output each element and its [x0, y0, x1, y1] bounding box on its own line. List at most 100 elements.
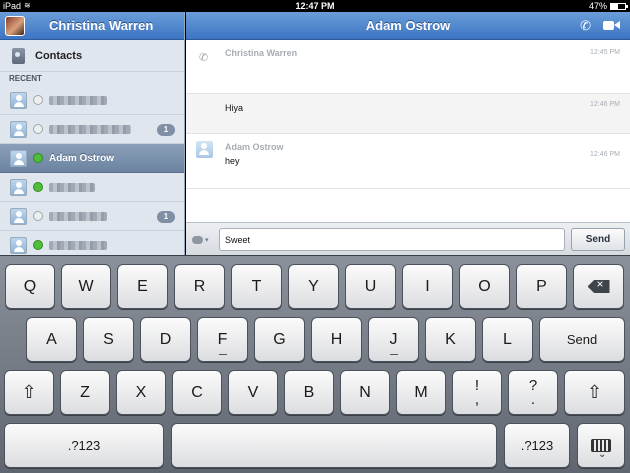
- key-j-label: J: [389, 330, 398, 348]
- battery-percent: 47%: [588, 1, 607, 11]
- key-exclamation-comma[interactable]: ! ,: [452, 370, 502, 415]
- key-o[interactable]: O: [459, 264, 510, 309]
- presence-status-icon: [33, 182, 43, 192]
- speech-bubble-icon: [192, 235, 203, 244]
- message-time: 12:45 PM: [590, 49, 620, 56]
- message-entry: Adam Ostrow 12:46 PM hey: [186, 134, 630, 189]
- contact-name: Adam Ostrow: [49, 152, 115, 164]
- call-log-phone-icon: ✆: [199, 52, 209, 64]
- key-u[interactable]: U: [345, 264, 396, 309]
- message-sender: Adam Ostrow: [225, 142, 284, 152]
- sidebar-title: Christina Warren: [49, 18, 154, 33]
- redacted-contact-name: [49, 211, 107, 221]
- contact-list-item[interactable]: [0, 86, 184, 115]
- key-i[interactable]: I: [402, 264, 453, 309]
- key-a[interactable]: A: [26, 317, 77, 362]
- key-p[interactable]: P: [516, 264, 567, 309]
- key-g[interactable]: G: [254, 317, 305, 362]
- space-bar[interactable]: [171, 423, 497, 468]
- battery-icon: [610, 2, 628, 10]
- profile-avatar[interactable]: [5, 15, 25, 36]
- message-time: 12:46 PM: [590, 101, 620, 108]
- key-x[interactable]: X: [116, 370, 166, 415]
- key-b[interactable]: B: [284, 370, 334, 415]
- redacted-contact-name: [49, 182, 95, 192]
- redacted-contact-name: [49, 95, 107, 105]
- numbers-key-right[interactable]: .?123: [504, 423, 570, 468]
- key-t[interactable]: T: [231, 264, 282, 309]
- contact-list-item[interactable]: 1: [0, 115, 184, 144]
- presence-status-icon: [33, 240, 43, 250]
- sender-avatar: [196, 141, 213, 158]
- contact-avatar: [10, 207, 27, 225]
- key-z[interactable]: Z: [60, 370, 110, 415]
- shift-key-left[interactable]: ⇧: [4, 370, 54, 415]
- unread-count-badge: 1: [157, 211, 175, 223]
- message-entry: 12:46 PM Hiya: [186, 94, 630, 134]
- dual-label: ! ,: [474, 378, 480, 408]
- key-m[interactable]: M: [396, 370, 446, 415]
- contact-list-item[interactable]: Adam Ostrow: [0, 144, 184, 173]
- status-right: 47%: [588, 0, 628, 12]
- presence-status-icon: [33, 124, 43, 134]
- key-r[interactable]: R: [174, 264, 225, 309]
- message-sender: Christina Warren: [225, 48, 298, 58]
- contact-avatar: [10, 120, 27, 138]
- key-k[interactable]: K: [425, 317, 476, 362]
- presence-status-icon: [33, 153, 43, 163]
- message-text: Hiya: [225, 103, 244, 113]
- delete-key[interactable]: [573, 264, 624, 309]
- caret-down-icon: ▾: [205, 236, 209, 244]
- contact-avatar: [10, 91, 27, 109]
- message-time: 12:46 PM: [590, 151, 620, 158]
- video-call-icon[interactable]: [603, 20, 620, 31]
- message-call-entry: ✆ Christina Warren 12:45 PM: [186, 40, 630, 94]
- message-input[interactable]: [219, 228, 565, 251]
- contact-list-item[interactable]: [0, 231, 184, 255]
- home-row-bump: [218, 354, 227, 355]
- numbers-key-left[interactable]: .?123: [4, 423, 164, 468]
- contact-list-item[interactable]: 1: [0, 202, 184, 231]
- contacts-book-icon: [12, 47, 25, 64]
- key-l[interactable]: L: [482, 317, 533, 362]
- key-q[interactable]: Q: [5, 264, 55, 309]
- contacts-label: Contacts: [35, 49, 83, 62]
- contact-list-item[interactable]: [0, 173, 184, 202]
- sidebar: Christina Warren Contacts RECENT 1 Adam O…: [0, 12, 185, 255]
- backspace-icon: [587, 280, 610, 293]
- send-button[interactable]: Send: [571, 228, 625, 251]
- redacted-contact-name: [49, 124, 131, 134]
- chat-panel: Adam Ostrow ✆ ✆ Christina Warren 12:45 P…: [186, 12, 630, 255]
- key-e[interactable]: E: [117, 264, 168, 309]
- key-v[interactable]: V: [228, 370, 278, 415]
- contacts-button[interactable]: Contacts: [0, 40, 184, 72]
- key-w[interactable]: W: [61, 264, 111, 309]
- chat-header: Adam Ostrow ✆: [186, 12, 630, 40]
- key-f-label: F: [217, 330, 228, 348]
- key-j[interactable]: J: [368, 317, 419, 362]
- unread-count-badge: 1: [157, 124, 175, 136]
- key-s[interactable]: S: [83, 317, 134, 362]
- recent-contact-list: 1 Adam Ostrow 1: [0, 86, 184, 255]
- chat-title: Adam Ostrow: [365, 18, 451, 33]
- presence-status-icon: [33, 95, 43, 105]
- key-y[interactable]: Y: [288, 264, 339, 309]
- key-h[interactable]: H: [311, 317, 362, 362]
- home-row-bump: [389, 354, 398, 355]
- key-n[interactable]: N: [340, 370, 390, 415]
- key-f[interactable]: F: [197, 317, 248, 362]
- call-phone-icon[interactable]: ✆: [580, 19, 591, 32]
- key-question-period[interactable]: ? .: [508, 370, 558, 415]
- key-c[interactable]: C: [172, 370, 222, 415]
- hide-keyboard-key[interactable]: [577, 423, 625, 468]
- contact-avatar: [10, 178, 27, 196]
- key-bottom-char: ,: [474, 390, 480, 408]
- message-text: hey: [225, 156, 240, 166]
- shift-arrow-icon: ⇧: [586, 382, 603, 402]
- shift-key-right[interactable]: ⇧: [564, 370, 625, 415]
- key-bottom-char: .: [530, 390, 536, 408]
- keyboard-dismiss-icon: [591, 439, 611, 460]
- keyboard-send-key[interactable]: Send: [539, 317, 625, 362]
- chat-options-button[interactable]: ▾: [192, 233, 214, 246]
- key-d[interactable]: D: [140, 317, 191, 362]
